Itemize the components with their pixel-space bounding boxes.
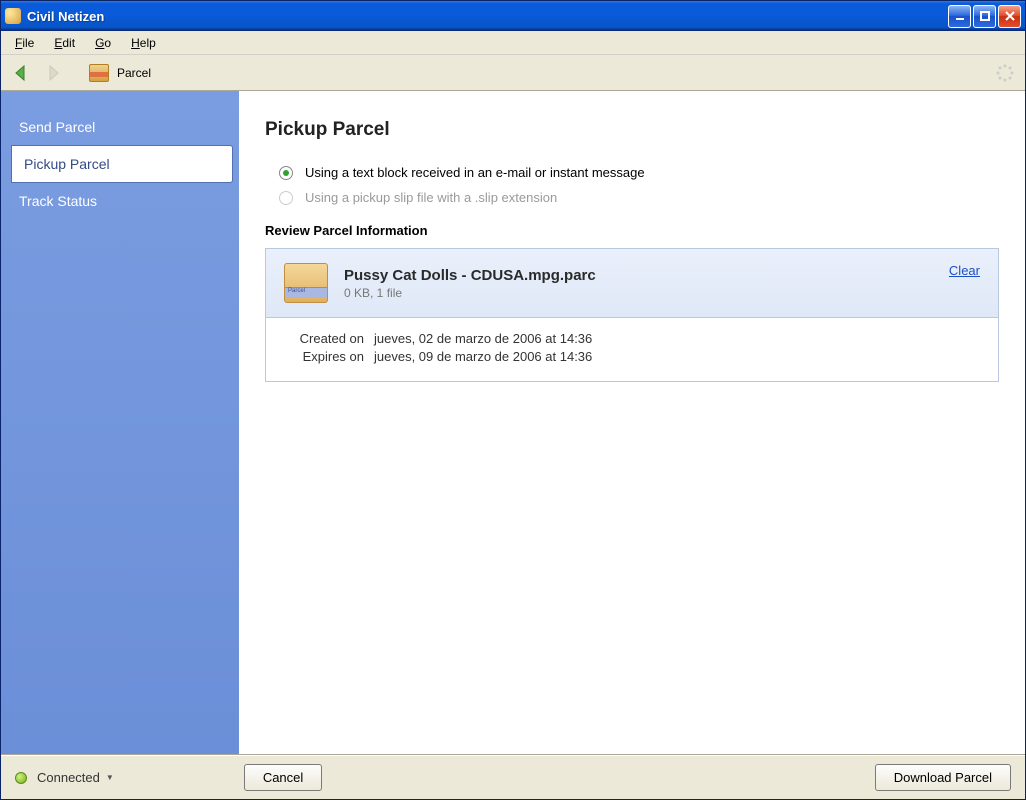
detail-expires-row: Expires on jueves, 09 de marzo de 2006 a…	[284, 349, 980, 364]
app-icon	[5, 8, 21, 24]
window-buttons	[948, 5, 1021, 28]
download-parcel-button[interactable]: Download Parcel	[875, 764, 1011, 791]
statusbar: Connected ▼ Cancel Download Parcel	[1, 755, 1025, 799]
parcel-name: Pussy Cat Dolls - CDUSA.mpg.parc	[344, 267, 933, 284]
expires-on-value: jueves, 09 de marzo de 2006 at 14:36	[374, 349, 592, 364]
menubar: File Edit Go Help	[1, 31, 1025, 55]
window-title: Civil Netizen	[27, 9, 948, 24]
forward-arrow-icon	[42, 62, 64, 84]
content-area: Send Parcel Pickup Parcel Track Status P…	[1, 91, 1025, 755]
created-on-label: Created on	[284, 331, 364, 346]
main-panel: Pickup Parcel Using a text block receive…	[239, 91, 1025, 754]
loading-spinner-icon	[995, 63, 1015, 83]
sidebar-item-track-status[interactable]: Track Status	[1, 183, 239, 219]
parcel-meta: Pussy Cat Dolls - CDUSA.mpg.parc 0 KB, 1…	[344, 267, 933, 300]
parcel-info-box: Pussy Cat Dolls - CDUSA.mpg.parc 0 KB, 1…	[265, 248, 999, 382]
radio-option-slip-file: Using a pickup slip file with a .slip ex…	[279, 190, 999, 205]
app-window: Civil Netizen File Edit Go Help	[0, 0, 1026, 800]
radio-option-text-block[interactable]: Using a text block received in an e-mail…	[279, 165, 999, 180]
sidebar-item-label: Track Status	[19, 193, 97, 209]
parcel-box-icon	[284, 263, 328, 303]
connection-status-icon	[15, 772, 27, 784]
chevron-down-icon[interactable]: ▼	[106, 773, 114, 782]
menu-edit[interactable]: Edit	[46, 34, 83, 52]
clear-link[interactable]: Clear	[949, 263, 980, 278]
close-icon	[1004, 10, 1016, 22]
parcel-header: Pussy Cat Dolls - CDUSA.mpg.parc 0 KB, 1…	[266, 249, 998, 318]
page-title: Pickup Parcel	[265, 119, 999, 141]
menu-go[interactable]: Go	[87, 34, 119, 52]
menu-file[interactable]: File	[7, 34, 42, 52]
sidebar-item-pickup-parcel[interactable]: Pickup Parcel	[11, 145, 233, 183]
parcel-details: Created on jueves, 02 de marzo de 2006 a…	[266, 318, 998, 381]
maximize-icon	[979, 10, 991, 22]
sidebar-item-send-parcel[interactable]: Send Parcel	[1, 109, 239, 145]
sidebar-item-label: Pickup Parcel	[24, 156, 110, 172]
review-section-label: Review Parcel Information	[265, 223, 999, 238]
expires-on-label: Expires on	[284, 349, 364, 364]
sidebar: Send Parcel Pickup Parcel Track Status	[1, 91, 239, 754]
created-on-value: jueves, 02 de marzo de 2006 at 14:36	[374, 331, 592, 346]
maximize-button[interactable]	[973, 5, 996, 28]
radio-icon	[279, 191, 293, 205]
back-arrow-icon	[10, 62, 32, 84]
radio-label: Using a text block received in an e-mail…	[305, 165, 645, 180]
minimize-icon	[954, 10, 966, 22]
detail-created-row: Created on jueves, 02 de marzo de 2006 a…	[284, 331, 980, 346]
toolbar: Parcel	[1, 55, 1025, 91]
cancel-button[interactable]: Cancel	[244, 764, 322, 791]
close-button[interactable]	[998, 5, 1021, 28]
parcel-size-files: 0 KB, 1 file	[344, 286, 933, 300]
radio-icon	[279, 166, 293, 180]
minimize-button[interactable]	[948, 5, 971, 28]
back-button[interactable]	[9, 61, 33, 85]
parcel-icon	[89, 64, 109, 82]
titlebar: Civil Netizen	[1, 1, 1025, 31]
connection-status-text[interactable]: Connected	[37, 770, 100, 785]
radio-label: Using a pickup slip file with a .slip ex…	[305, 190, 557, 205]
sidebar-item-label: Send Parcel	[19, 119, 95, 135]
menu-help[interactable]: Help	[123, 34, 164, 52]
breadcrumb: Parcel	[117, 66, 151, 80]
forward-button[interactable]	[41, 61, 65, 85]
